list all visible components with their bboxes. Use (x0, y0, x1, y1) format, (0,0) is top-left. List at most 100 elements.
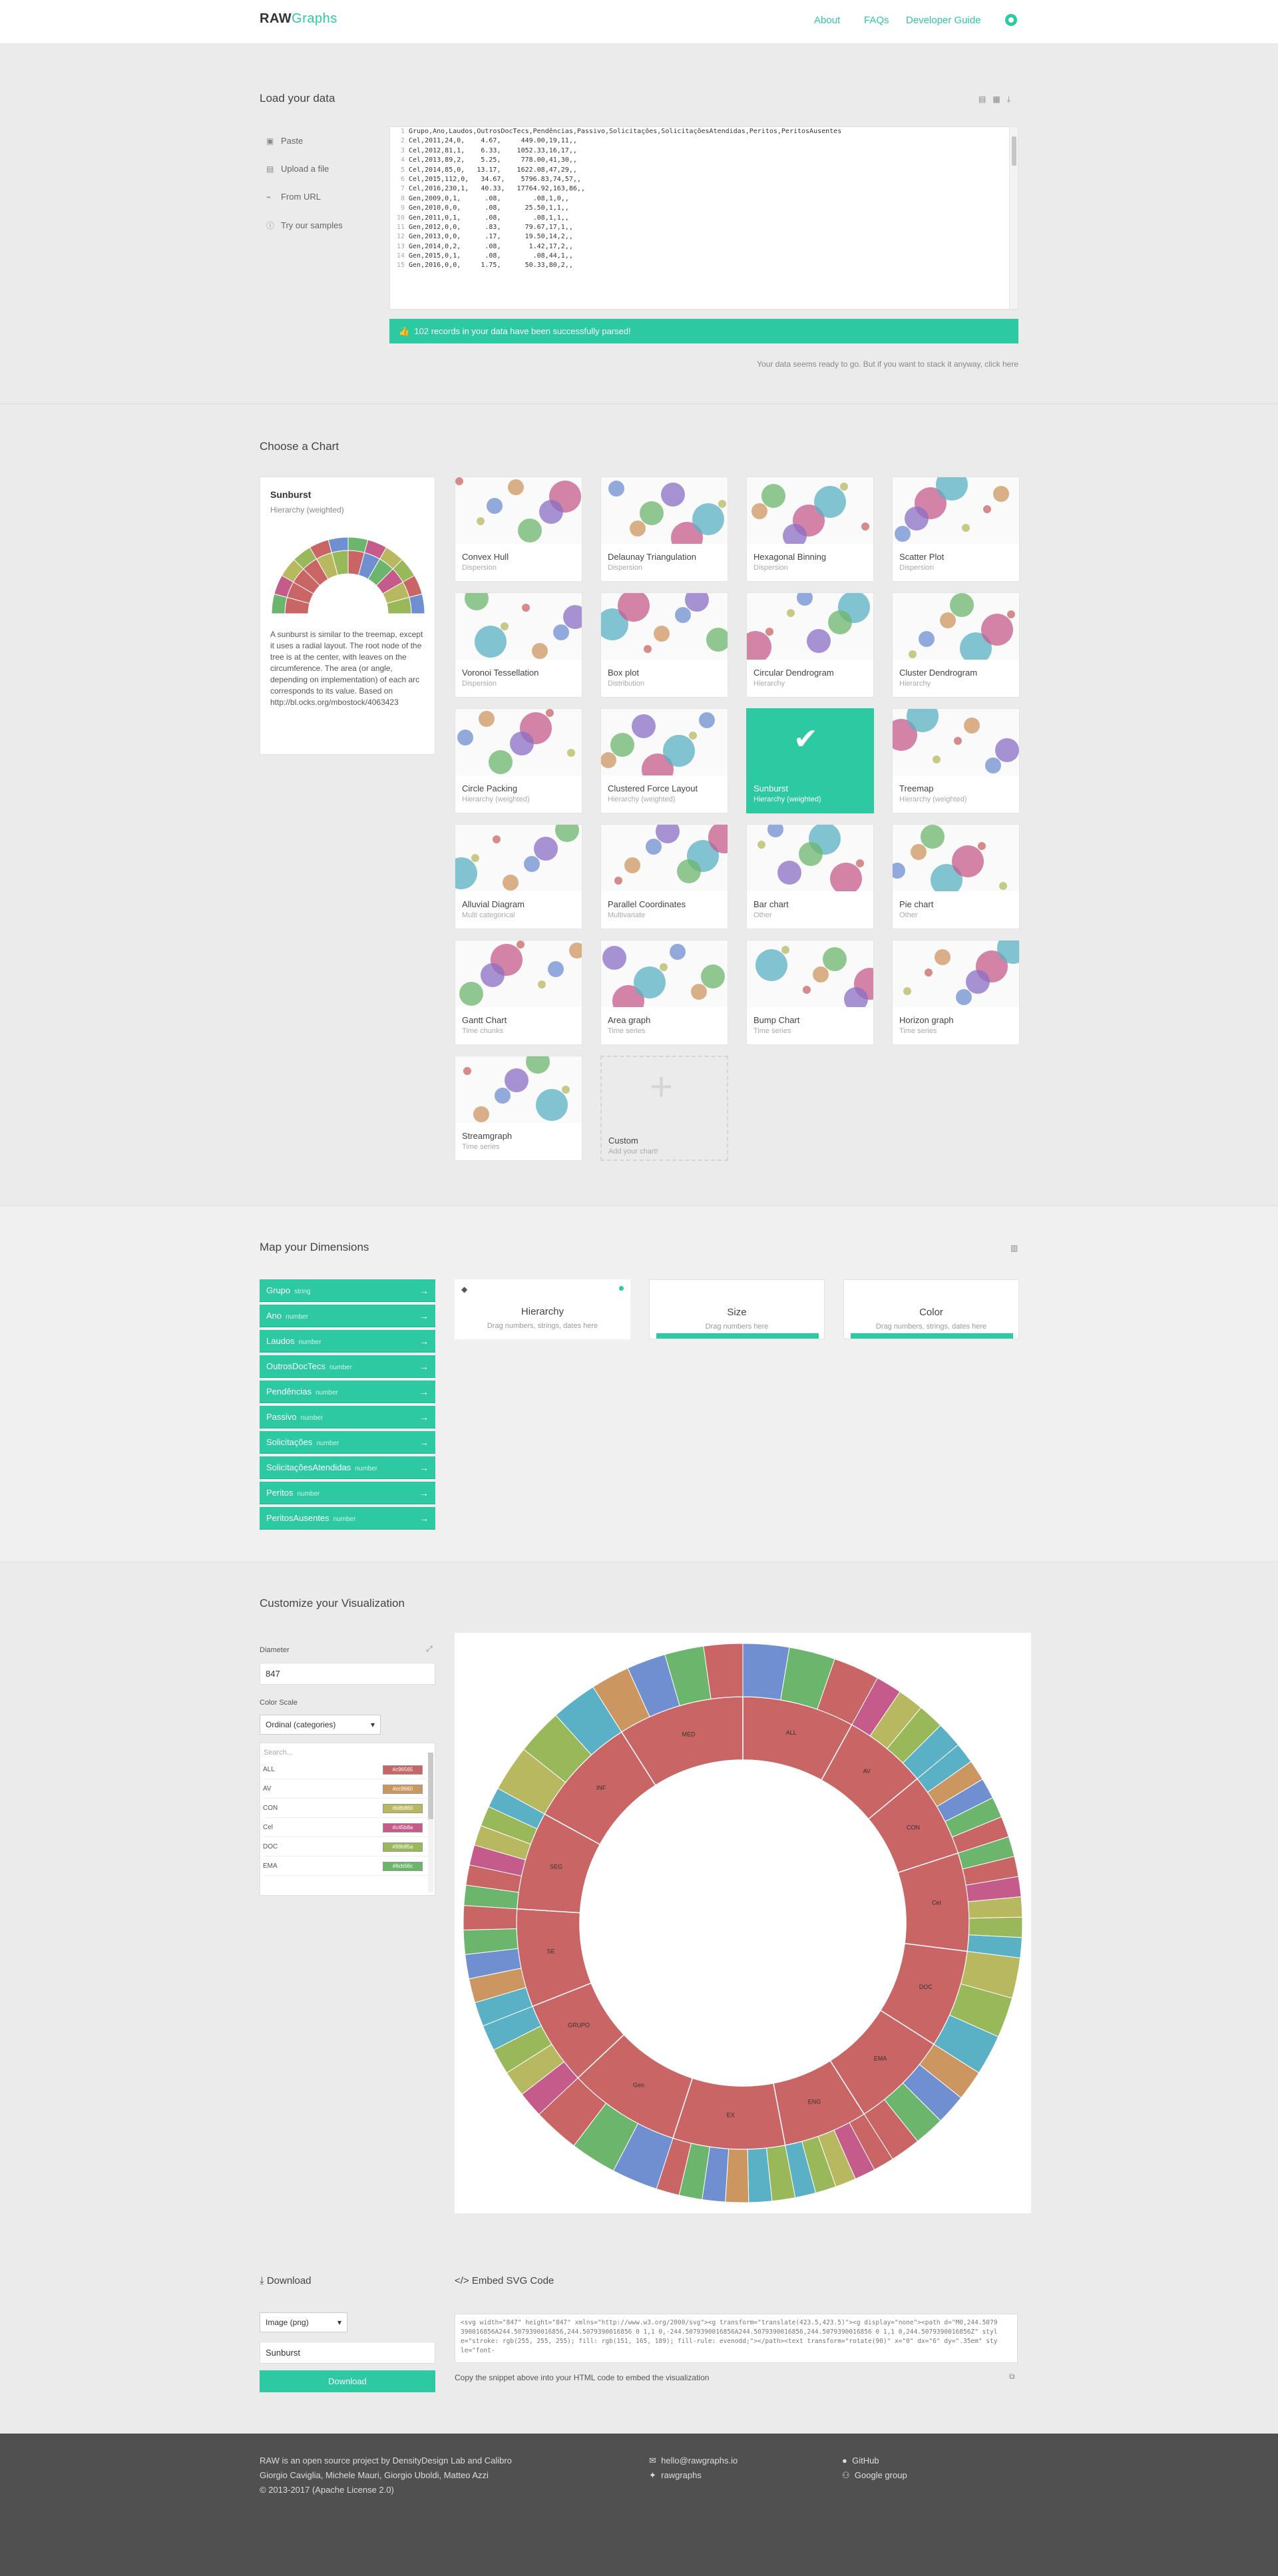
table-view-icon[interactable]: ▤ (978, 95, 986, 104)
textarea-scrollbar[interactable] (1009, 127, 1018, 309)
chart-card-clustered-force-layout[interactable]: Clustered Force Layout Hierarchy (weighte… (600, 708, 728, 813)
sunburst-outer-arc[interactable] (725, 2148, 749, 2203)
chart-card-custom[interactable]: + Custom Add your chart! (600, 1056, 728, 1161)
color-row[interactable]: EMA #6cb56c (263, 1856, 429, 1876)
download-button[interactable]: Download (260, 2370, 435, 2392)
chart-card-sunburst[interactable]: ✔ Sunburst Hierarchy (weighted) (746, 708, 874, 813)
chart-name: Alluvial Diagram (462, 899, 525, 909)
color-row[interactable]: AV #cc9660 (263, 1779, 429, 1799)
chart-card-cluster-dendrogram[interactable]: Cluster Dendrogram Hierarchy (892, 592, 1020, 698)
copy-icon[interactable]: ⧉ (1009, 2372, 1015, 2382)
sunburst-inner-label: ENG (808, 2098, 821, 2105)
color-swatch[interactable]: #6cb56c (383, 1862, 423, 1871)
embed-code-textarea[interactable]: <svg width="847" height="847" xmlns="htt… (455, 2314, 1018, 2363)
data-line: 12 Gen,2013,0,0, .17, 19.50,14,2,, (396, 233, 573, 241)
nav-faqs[interactable]: FAQs (864, 15, 889, 26)
option-paste[interactable]: ▣ Paste (266, 136, 303, 146)
footer-twitter[interactable]: ✦ rawgraphs (649, 2468, 702, 2483)
arrow-right-icon: → (419, 1387, 429, 1397)
expand-icon[interactable]: ⤢ (426, 1644, 433, 1654)
color-swatch[interactable]: #cc9660 (383, 1785, 423, 1794)
color-row[interactable]: DOC #99b85a (263, 1837, 429, 1856)
color-row-label: DOC (263, 1843, 278, 1850)
chart-card-circular-dendrogram[interactable]: Circular Dendrogram Hierarchy (746, 592, 874, 698)
chart-card-horizon-graph[interactable]: Horizon graph Time series (892, 940, 1020, 1045)
chart-card-bar-chart[interactable]: Bar chart Other (746, 824, 874, 929)
chart-name: Area graph (608, 1015, 651, 1025)
color-swatch[interactable]: #c96565 (383, 1765, 423, 1775)
chart-card-streamgraph[interactable]: Streamgraph Time series (455, 1056, 582, 1161)
chart-card-circle-packing[interactable]: Circle Packing Hierarchy (weighted) (455, 708, 582, 813)
dimension-solicitações[interactable]: Solicitações number → (260, 1431, 435, 1454)
chart-card-scatter-plot[interactable]: Scatter Plot Dispersion (892, 477, 1020, 582)
customize-title: Customize your Visualization (260, 1597, 405, 1610)
drop-zone-hint: Drag numbers, strings, dates here (487, 1322, 598, 1330)
trash-icon[interactable]: ▥ (1010, 1243, 1018, 1253)
chart-card-treemap[interactable]: Treemap Hierarchy (weighted) (892, 708, 1020, 813)
nav-developer-guide[interactable]: Developer Guide (906, 15, 981, 26)
color-row[interactable]: Cel #c45b8a (263, 1818, 429, 1837)
sunburst-outer-arc[interactable] (968, 1916, 1023, 1938)
chart-name: Convex Hull (462, 552, 509, 562)
option-upload[interactable]: ▤ Upload a file (266, 164, 329, 174)
dimension-pendências[interactable]: Pendências number → (260, 1381, 435, 1403)
dimension-passivo[interactable]: Passivo number → (260, 1406, 435, 1428)
drop-zone-color[interactable]: Color Drag numbers, strings, dates here (843, 1279, 1019, 1339)
chart-card-bump-chart[interactable]: Bump Chart Time series (746, 940, 874, 1045)
chart-category: Dispersion (899, 564, 934, 572)
drop-zone-hierarchy[interactable]: ◆ Hierarchy Drag numbers, strings, dates h… (455, 1279, 630, 1339)
chart-card-area-graph[interactable]: Area graph Time series (600, 940, 728, 1045)
color-row[interactable]: CON #b8b860 (263, 1799, 429, 1818)
stack-note[interactable]: Your data seems ready to go. But if you … (757, 359, 1018, 369)
download-data-icon[interactable]: ⤓ (1007, 95, 1010, 104)
chart-card-delaunay-triangulation[interactable]: Delaunay Triangulation Dispersion (600, 477, 728, 582)
chart-card-voronoi-tessellation[interactable]: Voronoi Tessellation Dispersion (455, 592, 582, 698)
data-line: 2 Cel,2011,24,0, 4.67, 449.00,19,11,, (400, 137, 577, 145)
color-search-input[interactable]: Search... (264, 1749, 293, 1757)
option-url[interactable]: ⌁ From URL (266, 192, 321, 202)
dimension-ano[interactable]: Ano number → (260, 1305, 435, 1327)
grid-view-icon[interactable]: ▦ (992, 95, 1000, 104)
data-line: 11 Gen,2012,0,0, .83, 79.67,17,1,, (396, 223, 573, 231)
chart-card-convex-hull[interactable]: Convex Hull Dispersion (455, 477, 582, 582)
dimension-solicitaçõesatendidas[interactable]: SolicitaçõesAtendidas number → (260, 1456, 435, 1479)
diameter-input[interactable]: 847 (260, 1663, 435, 1685)
chart-thumbnail (455, 593, 582, 660)
logo[interactable]: RAWGraphs (260, 11, 337, 27)
footer-google-group[interactable]: ⚇ Google group (842, 2468, 907, 2483)
drop-zone-hint: Drag numbers, strings, dates here (875, 1323, 987, 1331)
color-swatch[interactable]: #b8b860 (383, 1804, 423, 1813)
chart-name: Gantt Chart (462, 1015, 507, 1025)
chart-card-gantt-chart[interactable]: Gantt Chart Time chunks (455, 940, 582, 1045)
dimension-peritosausentes[interactable]: PeritosAusentes number → (260, 1507, 435, 1530)
color-row[interactable]: ALL #c96565 (263, 1760, 429, 1779)
filename-input[interactable]: Sunburst (260, 2342, 435, 2364)
dimension-grupo[interactable]: Grupo string → (260, 1279, 435, 1302)
drop-zone-size[interactable]: Size Drag numbers here (649, 1279, 825, 1339)
github-icon[interactable] (1005, 14, 1017, 26)
option-samples[interactable]: ⓘ Try our samples (266, 220, 343, 231)
chart-card-hexagonal-binning[interactable]: Hexagonal Binning Dispersion (746, 477, 874, 582)
data-line: 6 Cel,2015,112,0, 34.67, 5796.83,74,57,, (400, 175, 581, 183)
dimension-outrosdoctecs[interactable]: OutrosDocTecs number → (260, 1355, 435, 1378)
footer-email[interactable]: ✉ hello@rawgraphs.io (649, 2454, 738, 2468)
footer-github[interactable]: ● GitHub (842, 2454, 879, 2468)
chart-card-pie-chart[interactable]: Pie chart Other (892, 824, 1020, 929)
chart-name: Sunburst (753, 783, 789, 793)
chart-thumbnail (747, 477, 873, 544)
dimension-laudos[interactable]: Laudos number → (260, 1330, 435, 1353)
chart-card-box-plot[interactable]: Box plot Distribution (600, 592, 728, 698)
color-swatch[interactable]: #99b85a (383, 1842, 423, 1852)
chart-card-parallel-coordinates[interactable]: Parallel Coordinates Multivariate (600, 824, 728, 929)
nav-about[interactable]: About (814, 15, 840, 26)
color-scale-select[interactable]: Ordinal (categories) ▾ (260, 1715, 381, 1735)
sunburst-outer-arc[interactable] (463, 1905, 518, 1931)
color-row-label: Cel (263, 1824, 274, 1831)
format-select[interactable]: Image (png) ▾ (260, 2312, 347, 2332)
color-swatch[interactable]: #c45b8a (383, 1823, 423, 1832)
chart-card-alluvial-diagram[interactable]: Alluvial Diagram Multi categorical (455, 824, 582, 929)
data-textarea[interactable]: 1 Grupo,Ano,Laudos,OutrosDocTecs,Pendênci… (389, 126, 1018, 310)
selected-chart-name: Sunburst (270, 489, 312, 500)
chart-name: Custom (608, 1136, 638, 1146)
dimension-peritos[interactable]: Peritos number → (260, 1482, 435, 1504)
